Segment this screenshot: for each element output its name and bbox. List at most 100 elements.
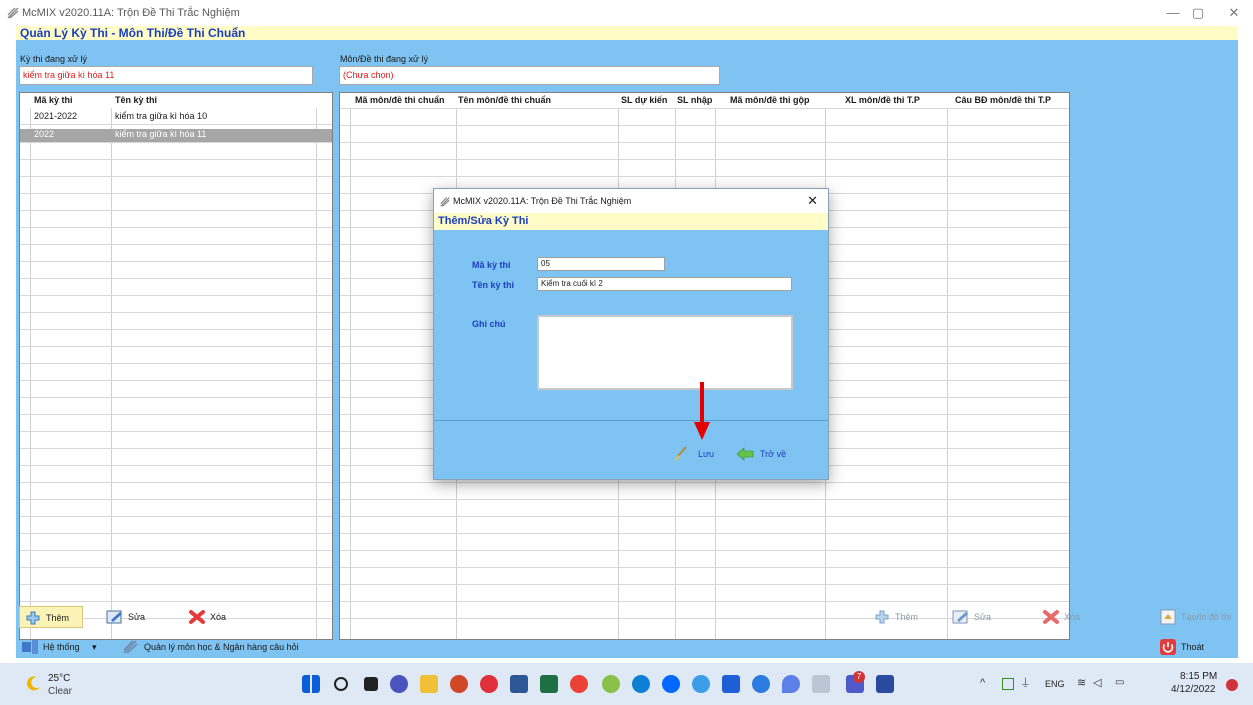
back-button[interactable]: Trở về bbox=[736, 443, 806, 465]
weather-status: Clear bbox=[48, 686, 72, 697]
app-green-icon[interactable] bbox=[602, 675, 620, 693]
col-exam-code[interactable]: Mã kỳ thi bbox=[34, 95, 73, 105]
file-explorer-icon[interactable] bbox=[420, 675, 438, 693]
exam-name-label: Tên kỳ thi bbox=[472, 280, 515, 290]
excel-icon[interactable] bbox=[540, 675, 558, 693]
dialog-titlebar: McMIX v2020.11A: Trộn Đề Thi Trắc Nghiệm… bbox=[434, 189, 828, 213]
exam-code-input[interactable]: 05 bbox=[537, 257, 665, 271]
clock-time[interactable]: 8:15 PM bbox=[1180, 671, 1217, 682]
powerpoint-icon[interactable] bbox=[450, 675, 468, 693]
row-code: 2022 bbox=[34, 129, 55, 139]
col-start-question-tp[interactable]: Câu BĐ môn/đề thi T.P bbox=[955, 95, 1051, 105]
chrome-icon[interactable] bbox=[570, 675, 588, 693]
col-xl-tp[interactable]: XL môn/đề thi T.P bbox=[845, 95, 920, 105]
exam-code-label: Mã kỳ thi bbox=[472, 260, 511, 270]
dialog-divider bbox=[434, 420, 828, 421]
delete-exam-button[interactable]: Xóa bbox=[186, 606, 246, 628]
dialog-title: McMIX v2020.11A: Trộn Đề Thi Trắc Nghiệm bbox=[453, 196, 632, 206]
add-edit-exam-dialog: McMIX v2020.11A: Trộn Đề Thi Trắc Nghiệm… bbox=[433, 188, 829, 480]
language-indicator[interactable]: ENG bbox=[1045, 679, 1065, 689]
col-subject-code[interactable]: Mã môn/đề thi chuẩn bbox=[355, 95, 445, 105]
notification-badge: 7 bbox=[853, 671, 865, 683]
exam-name-input[interactable]: Kiểm tra cuối kì 2 bbox=[537, 277, 792, 291]
exit-button[interactable]: Thoát bbox=[1157, 636, 1217, 658]
red-arrow-annotation bbox=[694, 382, 710, 440]
app-snowflake-icon[interactable] bbox=[876, 675, 894, 693]
dialog-subtitle: Thêm/Sửa Kỳ Thi bbox=[438, 215, 529, 227]
col-entered-count[interactable]: SL nhập bbox=[677, 95, 712, 105]
edit-icon bbox=[106, 610, 122, 624]
app-logo-icon bbox=[7, 7, 19, 19]
app-drop-icon[interactable] bbox=[782, 675, 800, 693]
chevron-up-icon[interactable]: ^ bbox=[980, 677, 985, 689]
clock-date[interactable]: 4/12/2022 bbox=[1171, 684, 1216, 695]
mcmix-taskbar-icon[interactable] bbox=[812, 675, 830, 693]
document-icon bbox=[1160, 609, 1176, 625]
delete-x-icon bbox=[1043, 610, 1059, 624]
edit-icon bbox=[952, 610, 968, 624]
task-view-icon[interactable] bbox=[364, 677, 378, 691]
plus-icon bbox=[26, 611, 40, 625]
ie-icon[interactable] bbox=[692, 675, 710, 693]
add-exam-button[interactable]: Thêm bbox=[19, 606, 83, 628]
row-name: kiểm tra giữa kì hóa 11 bbox=[115, 129, 207, 139]
exam-table[interactable]: Mã kỳ thi Tên kỳ thi 2021-2022 kiểm tra … bbox=[19, 92, 333, 640]
exam-current-field: kiểm tra giữa kì hóa 11 bbox=[19, 66, 313, 85]
col-subject-name[interactable]: Tên môn/đề thi chuẩn bbox=[458, 95, 551, 105]
create-print-exam-button[interactable]: Tạo/In đề thi bbox=[1157, 606, 1237, 628]
app-red-icon[interactable] bbox=[480, 675, 498, 693]
plus-icon bbox=[875, 610, 889, 624]
col-merged-code[interactable]: Mã môn/đề thi gộp bbox=[730, 95, 810, 105]
exam-current-label: Kỳ thi đang xử lý bbox=[20, 54, 88, 64]
app-blue-icon[interactable] bbox=[752, 675, 770, 693]
moon-weather-icon bbox=[27, 676, 40, 691]
edit-exam-button[interactable]: Sửa bbox=[104, 606, 164, 628]
close-button[interactable]: ✕ bbox=[1214, 4, 1253, 22]
note-label: Ghi chú bbox=[472, 319, 506, 329]
power-icon bbox=[1160, 639, 1176, 655]
teams-chat-icon[interactable] bbox=[390, 675, 408, 693]
zoom-icon[interactable] bbox=[722, 675, 740, 693]
mcmix-logo-icon bbox=[123, 640, 138, 654]
word-icon[interactable] bbox=[510, 675, 528, 693]
mic-icon[interactable]: ⍊ bbox=[1022, 676, 1029, 689]
back-arrow-icon bbox=[736, 447, 754, 461]
checkbox-tray-icon[interactable] bbox=[1002, 678, 1014, 690]
system-icon bbox=[22, 640, 38, 654]
subject-current-label: Môn/Đề thi đang xử lý bbox=[340, 54, 429, 64]
battery-icon[interactable]: ▭ bbox=[1115, 677, 1124, 688]
window-title: McMIX v2020.11A: Trộn Đề Thi Trắc Nghiệm bbox=[22, 7, 240, 19]
section-title-bar: Quản Lý Kỳ Thi - Môn Thi/Đề Thi Chuẩn bbox=[16, 26, 1238, 40]
delete-subject-button[interactable]: Xóa bbox=[1040, 606, 1100, 628]
wifi-icon[interactable]: ≋ bbox=[1077, 676, 1086, 689]
notification-center-icon[interactable] bbox=[1226, 679, 1238, 691]
volume-icon[interactable]: ◁ bbox=[1093, 676, 1101, 689]
dialog-close-button[interactable]: ✕ bbox=[807, 193, 818, 209]
search-icon[interactable] bbox=[334, 677, 348, 691]
delete-x-icon bbox=[189, 610, 205, 624]
col-expected-count[interactable]: SL dự kiến bbox=[621, 95, 667, 105]
chevron-down-icon: ▾ bbox=[92, 642, 97, 652]
edit-subject-button[interactable]: Sửa bbox=[950, 606, 1010, 628]
start-icon[interactable] bbox=[302, 675, 320, 693]
section-title: Quản Lý Kỳ Thi - Môn Thi/Đề Thi Chuẩn bbox=[20, 26, 246, 40]
table-row[interactable]: 2021-2022 kiểm tra giữa kì hóa 10 bbox=[20, 111, 332, 122]
windows-taskbar: 25°C Clear 7 ^ ⍊ ENG ≋ ◁ ▭ 8:15 PM 4/12/… bbox=[0, 663, 1253, 705]
row-name: kiểm tra giữa kì hóa 10 bbox=[115, 111, 208, 121]
edge-icon[interactable] bbox=[632, 675, 650, 693]
save-button[interactable]: Lưu bbox=[670, 443, 720, 465]
temperature: 25°C bbox=[48, 673, 71, 684]
manage-subjects-button[interactable]: Quản lý môn học & Ngân hàng câu hỏi bbox=[120, 636, 390, 658]
restore-button[interactable]: ▢ bbox=[1178, 4, 1218, 22]
window-titlebar: McMIX v2020.11A: Trộn Đề Thi Trắc Nghiệm… bbox=[0, 0, 1253, 26]
subject-current-field: (Chưa chọn) bbox=[339, 66, 720, 85]
col-exam-name[interactable]: Tên kỳ thi bbox=[115, 95, 157, 105]
zalo-icon[interactable] bbox=[662, 675, 680, 693]
note-textarea[interactable] bbox=[537, 315, 793, 390]
system-menu-button[interactable]: Hệ thống ▾ bbox=[19, 636, 114, 658]
dialog-subtitle-bar: Thêm/Sửa Kỳ Thi bbox=[434, 213, 828, 230]
table-row-selected[interactable]: 2022 kiểm tra giữa kì hóa 11 bbox=[20, 129, 332, 142]
add-subject-button[interactable]: Thêm bbox=[871, 606, 931, 628]
broom-icon bbox=[673, 446, 687, 461]
app-logo-icon bbox=[440, 197, 450, 207]
